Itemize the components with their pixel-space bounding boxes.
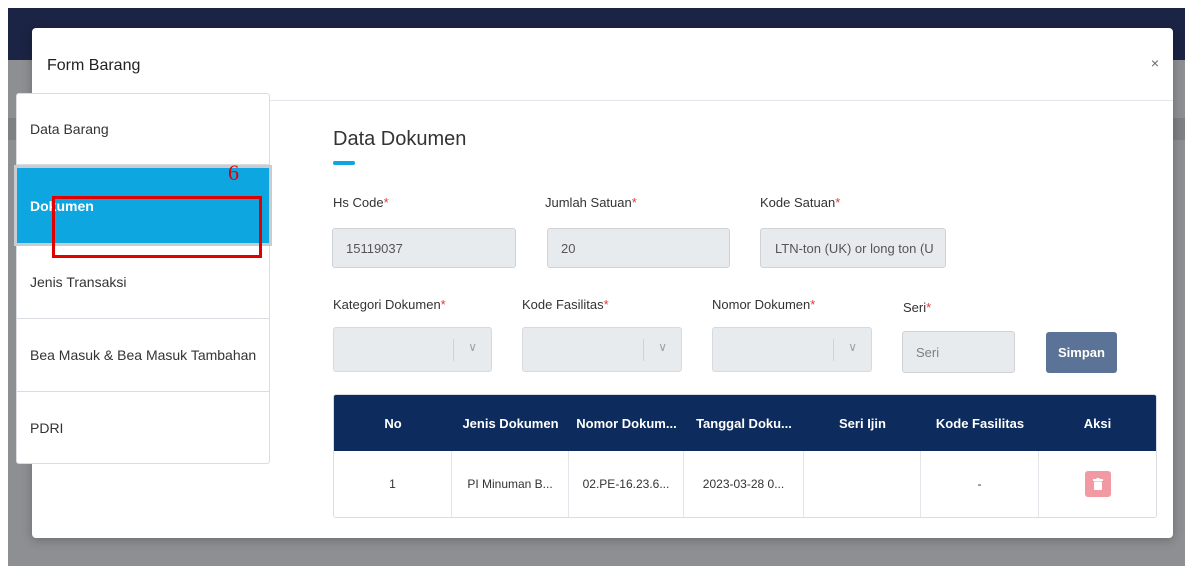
kode-satuan-label: Kode Satuan* [760,195,841,210]
nomor-dokumen-label: Nomor Dokumen* [712,297,816,312]
sidebar-item-label: Dokumen [30,197,94,214]
col-header-nomor-dokumen: Nomor Dokum... [576,415,677,431]
table-row: 1 PI Minuman B... 02.PE-16.23.6... 2023-… [334,451,1156,517]
cell-aksi [1039,451,1156,517]
sidebar-item-bea-masuk[interactable]: Bea Masuk & Bea Masuk Tambahan [17,319,269,392]
table-header: No Jenis Dokumen Nomor Dokum... Tanggal … [334,395,1156,451]
hs-code-label: Hs Code* [333,195,389,210]
sidebar: Data Barang Dokumen Jenis Transaksi Bea … [16,93,270,464]
chevron-down-icon: ∨ [848,340,857,354]
sidebar-item-label: Jenis Transaksi [30,274,127,290]
cell-no: 1 [334,451,452,517]
kode-fasilitas-select[interactable]: ∨ [522,327,682,372]
sidebar-item-data-barang[interactable]: Data Barang [17,94,269,165]
sidebar-item-pdri[interactable]: PDRI [17,392,269,463]
chevron-down-icon: ∨ [468,340,477,354]
col-header-no: No [384,415,402,431]
sidebar-item-jenis-transaksi[interactable]: Jenis Transaksi [17,246,269,319]
close-icon[interactable]: × [1151,55,1159,71]
seri-label: Seri* [903,300,932,315]
cell-jenis-dokumen: PI Minuman B... [452,451,569,517]
nomor-dokumen-select[interactable]: ∨ [712,327,872,372]
title-underline [333,161,355,165]
col-header-seri-ijin: Seri Ijin [839,415,886,431]
seri-input[interactable]: Seri [902,331,1015,373]
annotation-number: 6 [228,160,239,185]
kode-fasilitas-label: Kode Fasilitas* [522,297,609,312]
simpan-button[interactable]: Simpan [1046,332,1117,373]
cell-seri-ijin [804,451,921,517]
modal-header: Form Barang × [32,28,1173,101]
kategori-dokumen-select[interactable]: ∨ [333,327,492,372]
col-header-aksi: Aksi [1083,415,1112,431]
hs-code-field[interactable]: 15119037 [332,228,516,268]
col-header-tanggal-dokumen: Tanggal Doku... [696,415,792,431]
delete-button[interactable] [1084,471,1111,497]
trash-icon [1092,478,1103,490]
kode-satuan-field[interactable]: LTN-ton (UK) or long ton (U [760,228,946,268]
sidebar-item-label: Bea Masuk & Bea Masuk Tambahan [30,347,257,363]
col-header-jenis-dokumen: Jenis Dokumen [462,415,559,431]
page-title: Data Dokumen [333,128,467,150]
cell-tanggal-dokumen: 2023-03-28 0... [684,451,804,517]
sidebar-item-label: Data Barang [30,121,109,137]
dokumen-table: No Jenis Dokumen Nomor Dokum... Tanggal … [333,394,1157,518]
jumlah-satuan-label: Jumlah Satuan* [545,195,637,210]
kategori-dokumen-label: Kategori Dokumen* [333,297,446,312]
cell-kode-fasilitas: - [921,451,1039,517]
chevron-down-icon: ∨ [658,340,667,354]
sidebar-item-label: PDRI [30,419,64,436]
col-header-kode-fasilitas: Kode Fasilitas [935,415,1025,431]
cell-nomor-dokumen: 02.PE-16.23.6... [569,451,684,517]
modal-title: Form Barang [47,57,141,74]
jumlah-satuan-field[interactable]: 20 [547,228,730,268]
